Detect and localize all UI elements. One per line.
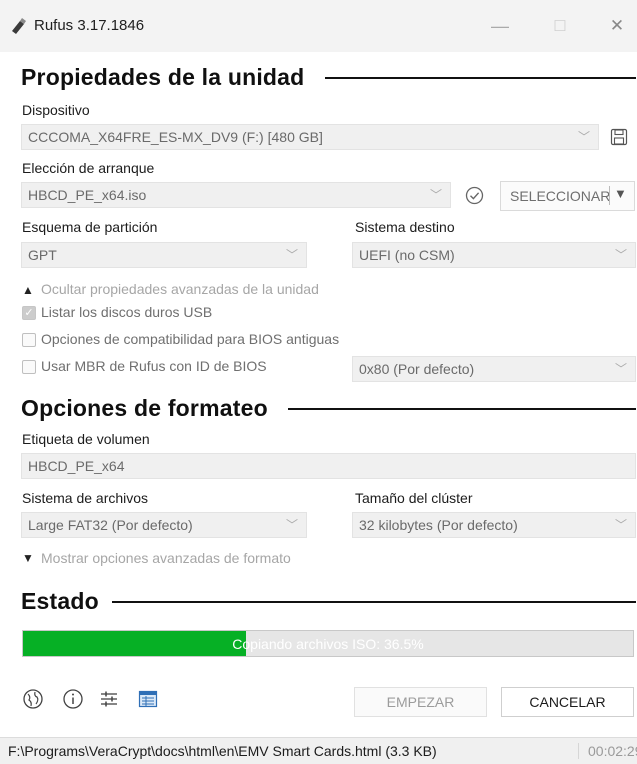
target-system-select[interactable]: UEFI (no CSM) ﹀ xyxy=(352,242,636,268)
split-divider xyxy=(609,186,610,205)
target-system-label: Sistema destino xyxy=(355,219,455,235)
save-icon[interactable] xyxy=(610,128,628,146)
cancel-button[interactable]: CANCELAR xyxy=(501,687,634,717)
list-usb-label: Listar los discos duros USB xyxy=(41,304,213,320)
status-message: F:\Programs\VeraCrypt\docs\html\en\EMV S… xyxy=(8,743,437,759)
device-select[interactable]: CCCOMA_X64FRE_ES-MX_DV9 (F:) [480 GB] ﹀ xyxy=(21,124,599,150)
chevron-down-icon: ﹀ xyxy=(614,518,627,532)
chevron-down-icon: ﹀ xyxy=(614,248,627,262)
boot-selection-select[interactable]: HBCD_PE_x64.iso ﹀ xyxy=(21,182,451,208)
chevron-down-icon: ﹀ xyxy=(577,130,590,144)
partition-scheme-label: Esquema de partición xyxy=(22,219,158,235)
progress-text: Copiando archivos ISO: 36.5% xyxy=(232,635,424,652)
verify-check-icon[interactable] xyxy=(465,186,484,205)
start-button[interactable]: EMPEZAR xyxy=(354,687,487,717)
bios-compat-label: Opciones de compatibilidad para BIOS ant… xyxy=(41,331,340,347)
boot-selection-value: HBCD_PE_x64.iso xyxy=(28,187,147,203)
chevron-down-icon[interactable]: ▼ xyxy=(22,551,34,565)
filesystem-label: Sistema de archivos xyxy=(22,490,149,506)
close-button[interactable]: ✕ xyxy=(597,8,637,44)
elapsed-time: 00:02:29 xyxy=(578,743,637,759)
device-value: CCCOMA_X64FRE_ES-MX_DV9 (F:) [480 GB] xyxy=(28,129,323,145)
cluster-size-value: 32 kilobytes (Por defecto) xyxy=(359,517,518,533)
format-options-heading: Opciones de formateo xyxy=(21,395,268,421)
chevron-down-icon: ﹀ xyxy=(614,362,627,376)
mbr-bios-label: Usar MBR de Rufus con ID de BIOS xyxy=(41,358,267,374)
chevron-down-icon: ﹀ xyxy=(285,518,298,532)
cluster-size-select[interactable]: 32 kilobytes (Por defecto) ﹀ xyxy=(352,512,636,538)
status-bar: F:\Programs\VeraCrypt\docs\html\en\EMV S… xyxy=(0,737,637,764)
bios-compat-checkbox[interactable] xyxy=(22,333,36,347)
filesystem-select[interactable]: Large FAT32 (Por defecto) ﹀ xyxy=(21,512,307,538)
partition-scheme-value: GPT xyxy=(28,247,57,263)
volume-label-input[interactable]: HBCD_PE_x64 xyxy=(21,453,636,479)
info-icon[interactable] xyxy=(62,688,84,710)
dropdown-arrow-icon[interactable]: ▼ xyxy=(614,186,627,201)
title-bar: Rufus 3.17.1846 — ☐ ✕ xyxy=(0,0,637,52)
hide-advanced-drive-toggle[interactable]: Ocultar propiedades avanzadas de la unid… xyxy=(41,281,319,297)
filesystem-value: Large FAT32 (Por defecto) xyxy=(28,517,193,533)
list-usb-checkbox[interactable]: ✓ xyxy=(22,306,36,320)
usb-drive-icon xyxy=(12,18,26,34)
boot-selection-label: Elección de arranque xyxy=(22,160,155,176)
bios-id-select[interactable]: 0x80 (Por defecto) ﹀ xyxy=(352,356,636,382)
section-divider xyxy=(288,408,636,410)
section-divider xyxy=(112,601,636,603)
section-divider xyxy=(325,77,636,79)
log-icon[interactable] xyxy=(137,688,159,710)
chevron-down-icon: ﹀ xyxy=(285,248,298,262)
status-heading: Estado xyxy=(21,588,99,614)
chevron-down-icon: ﹀ xyxy=(429,188,442,202)
settings-icon[interactable] xyxy=(98,688,120,710)
show-advanced-format-toggle[interactable]: Mostrar opciones avanzadas de formato xyxy=(41,550,291,566)
language-icon[interactable] xyxy=(22,688,44,710)
target-system-value: UEFI (no CSM) xyxy=(359,247,455,263)
window-title: Rufus 3.17.1846 xyxy=(34,17,145,34)
cancel-button-label: CANCELAR xyxy=(529,694,606,710)
select-image-label: SELECCIONAR xyxy=(510,188,611,204)
cluster-size-label: Tamaño del clúster xyxy=(355,490,473,506)
drive-properties-heading: Propiedades de la unidad xyxy=(21,64,305,90)
volume-label-label: Etiqueta de volumen xyxy=(22,431,150,447)
device-label: Dispositivo xyxy=(22,102,90,118)
volume-label-value: HBCD_PE_x64 xyxy=(28,458,125,474)
start-button-label: EMPEZAR xyxy=(386,694,455,710)
chevron-up-icon[interactable]: ▲ xyxy=(22,283,34,297)
mbr-bios-checkbox[interactable] xyxy=(22,360,36,374)
maximize-button[interactable]: ☐ xyxy=(540,8,580,44)
bios-id-value: 0x80 (Por defecto) xyxy=(359,361,475,377)
partition-scheme-select[interactable]: GPT ﹀ xyxy=(21,242,307,268)
minimize-button[interactable]: — xyxy=(480,8,520,44)
progress-bar: Copiando archivos ISO: 36.5% xyxy=(22,630,634,657)
